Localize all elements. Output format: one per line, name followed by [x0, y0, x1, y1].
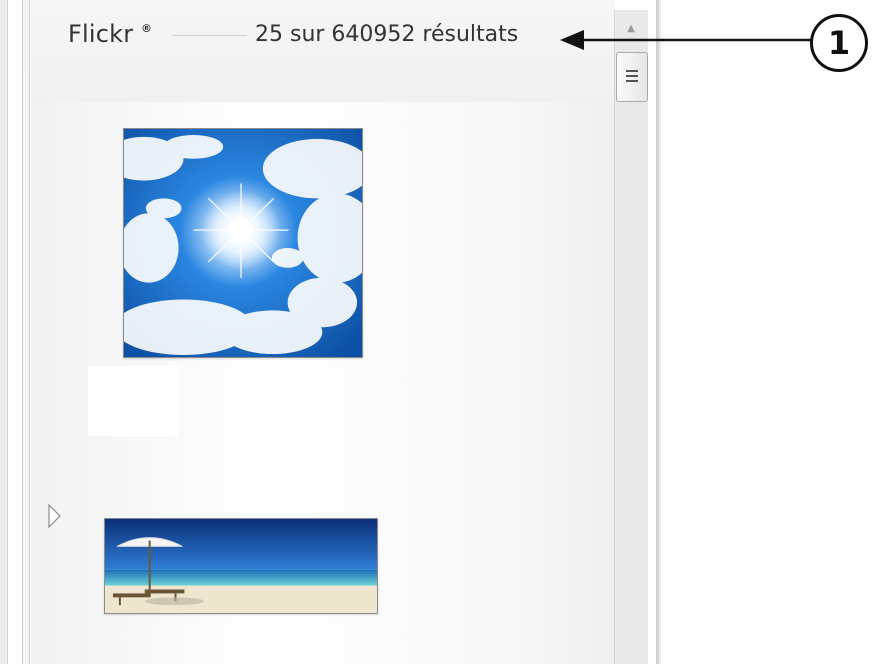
grip-line [626, 75, 638, 77]
window-frame-edge [659, 0, 661, 664]
scrollbar-thumb[interactable] [616, 52, 648, 102]
callout-arrow-icon [560, 26, 812, 54]
empty-thumbnail-slot [88, 366, 178, 436]
results-header [31, 0, 614, 102]
callout-number: 1 [810, 14, 868, 72]
registered-mark: ® [141, 22, 152, 35]
provider-name: Flickr [68, 20, 134, 48]
window-frame-edge [0, 0, 8, 664]
header-divider [172, 35, 247, 36]
result-count: 25 sur 640952 résultats [255, 22, 519, 47]
thumbnail-beach[interactable] [104, 518, 378, 614]
thumbnail-sky[interactable] [123, 128, 363, 358]
screenshot-stage: Flickr ® 25 sur 640952 résultats ▲ 1 [0, 0, 872, 664]
beach-umbrella-image [105, 519, 377, 613]
panel-left-border [22, 0, 30, 664]
expand-arrow-icon[interactable] [48, 504, 62, 528]
grip-line [626, 80, 638, 82]
vertical-scrollbar[interactable] [614, 10, 648, 664]
sun-clouds-image [124, 129, 362, 357]
grip-line [626, 70, 638, 72]
